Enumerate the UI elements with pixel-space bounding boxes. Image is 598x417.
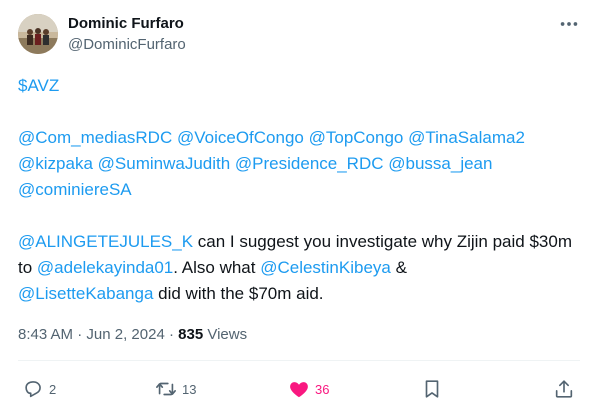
mention-link[interactable]: @kizpaka [18,154,93,173]
bookmark-icon [425,380,439,398]
mention-link[interactable]: @adelekayinda01 [37,258,173,277]
message-text: did with the $70m aid. [153,284,324,303]
tweet-time[interactable]: 8:43 AM [18,326,73,343]
reply-icon [25,381,41,398]
mention-link[interactable]: @Com_mediasRDC [18,128,172,147]
retweet-icon [156,382,176,396]
bookmark-button[interactable] [421,378,443,400]
views-label: Views [203,326,248,343]
mention-link[interactable]: @LisetteKabanga [18,284,153,303]
reply-count: 2 [49,381,57,397]
mention-link[interactable]: @cominiereSA [18,180,132,199]
meta-separator: · [73,326,87,343]
mention-link[interactable]: @VoiceOfCongo [177,128,304,147]
divider [18,360,580,361]
author-handle[interactable]: @DominicFurfaro [68,35,186,55]
avatar-photo [18,14,58,54]
mention-link[interactable]: @bussa_jean [388,154,492,173]
mention-link[interactable]: @SuminwaJudith [98,154,231,173]
like-button[interactable]: 36 [288,378,329,400]
tweet-metadata: 8:43 AM · Jun 2, 2024 · 835 Views [18,325,247,345]
share-icon [555,380,573,398]
mention-link[interactable]: @TinaSalama2 [408,128,525,147]
mention-link[interactable]: @TopCongo [309,128,404,147]
share-button[interactable] [553,378,575,400]
cashtag-link[interactable]: $AVZ [18,76,59,95]
author-name[interactable]: Dominic Furfaro [68,14,184,34]
mention-link[interactable]: @ALINGETEJULES_K [18,232,193,251]
tweet-text: $AVZ @Com_mediasRDC @VoiceOfCongo @TopCo… [18,73,583,307]
avatar[interactable] [18,14,58,54]
mention-link[interactable]: @CelestinKibeya [260,258,391,277]
more-dots-icon [560,22,578,26]
message-text: & [390,258,407,277]
mention-link[interactable]: @Presidence_RDC [235,154,384,173]
message-text: . Also what [173,258,261,277]
like-count: 36 [315,381,330,397]
retweet-count: 13 [182,381,197,397]
reply-button[interactable]: 2 [22,378,56,400]
views-count: 835 [178,326,204,343]
retweet-button[interactable]: 13 [155,378,196,400]
meta-separator: · [164,326,179,343]
heart-filled-icon [290,382,308,398]
more-options-button[interactable] [556,14,582,34]
tweet-date[interactable]: Jun 2, 2024 [86,326,164,343]
